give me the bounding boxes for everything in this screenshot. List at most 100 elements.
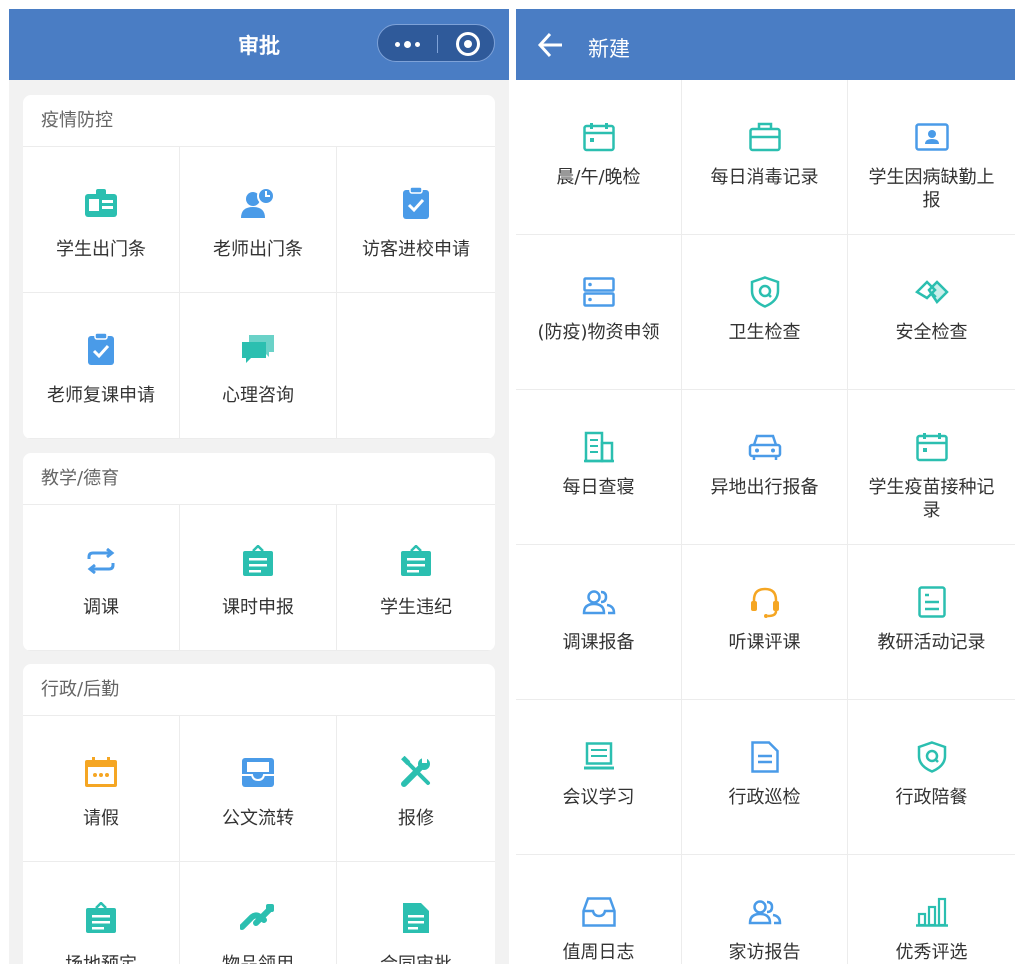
more-menu-button[interactable] [378, 25, 437, 63]
tools-icon [398, 754, 434, 790]
form-item[interactable]: 调课报备 [516, 545, 682, 700]
app-contract-approval[interactable]: 合同审批 [337, 862, 495, 964]
app-label: 老师出门条 [213, 239, 303, 260]
briefcase-icon [748, 120, 782, 154]
form-item[interactable]: 行政巡检 [682, 700, 848, 855]
handshake-icon [914, 275, 949, 309]
app-discipline[interactable]: 学生违纪 [337, 505, 495, 651]
form-item[interactable]: 值周日志 [516, 855, 682, 964]
form-item[interactable]: 听课评课 [682, 545, 848, 700]
app-student-pass[interactable]: 学生出门条 [23, 147, 180, 293]
notice-board-icon [83, 900, 119, 936]
form-label: (防疫)物资申领 [537, 322, 660, 343]
building-icon [582, 430, 616, 464]
calendar-icon [83, 754, 119, 790]
section-teaching: 教学/德育 调课 课时申报 学生违纪 [23, 453, 495, 651]
app-label: 学生出门条 [56, 239, 146, 260]
app-hours-report[interactable]: 课时申报 [180, 505, 337, 651]
form-item[interactable]: 晨/午/晚检 [516, 80, 682, 235]
app-leave[interactable]: 请假 [23, 716, 180, 862]
app-teacher-resume[interactable]: 老师复课申请 [23, 293, 180, 439]
server-icon [582, 275, 616, 309]
form-label: 学生因病缺勤上报 [868, 167, 995, 211]
swap-icon [83, 543, 119, 579]
notice-board-icon [398, 543, 434, 579]
back-arrow-icon [537, 32, 562, 58]
form-label: 每日查寝 [562, 477, 635, 498]
form-item[interactable]: 每日查寝 [516, 390, 682, 545]
monitor-icon [582, 740, 616, 774]
form-label: 调课报备 [562, 632, 635, 653]
shield-icon [915, 740, 949, 774]
form-item[interactable]: 每日消毒记录 [682, 80, 848, 235]
miniprogram-capsule [377, 24, 495, 62]
id-card-icon [83, 185, 119, 221]
app-label: 合同审批 [380, 950, 452, 964]
empty-cell [337, 293, 495, 439]
app-label: 物品领用 [222, 950, 294, 964]
form-label: 异地出行报备 [710, 477, 819, 498]
users-icon [748, 895, 782, 929]
form-grid: 晨/午/晚检 每日消毒记录 学生因病缺勤上报 (防疫)物资申领 卫生检查 安全检… [516, 80, 1015, 964]
form-label: 教研活动记录 [877, 632, 986, 653]
form-item[interactable]: 学生疫苗接种记录 [848, 390, 1015, 545]
app-label: 报修 [398, 808, 434, 829]
form-item[interactable]: 安全检查 [848, 235, 1015, 390]
shield-icon [748, 275, 782, 309]
portrait-icon [914, 120, 949, 154]
app-label: 场地预定 [65, 950, 137, 964]
app-label: 调课 [83, 597, 119, 618]
approval-panel: 审批 疫情防控 学生出门条 老师出门条 访客进校申请 老师复课申请 心理咨询 教… [9, 9, 509, 964]
form-item[interactable]: (防疫)物资申领 [516, 235, 682, 390]
form-label: 行政巡检 [728, 787, 801, 808]
app-swap-class[interactable]: 调课 [23, 505, 180, 651]
bar-chart-icon [915, 895, 949, 929]
document-icon [398, 900, 434, 936]
form-label: 每日消毒记录 [710, 167, 819, 188]
car-icon [748, 430, 782, 464]
approval-header: 审批 [9, 9, 509, 80]
form-label: 听课评课 [728, 632, 801, 653]
section-title: 疫情防控 [23, 95, 495, 147]
close-miniprogram-button[interactable] [456, 32, 480, 56]
app-label: 课时申报 [222, 597, 294, 618]
section-epidemic: 疫情防控 学生出门条 老师出门条 访客进校申请 老师复课申请 心理咨询 [23, 95, 495, 439]
form-item[interactable]: 异地出行报备 [682, 390, 848, 545]
app-label: 请假 [83, 808, 119, 829]
back-button[interactable] [536, 31, 564, 59]
form-item[interactable]: 优秀评选 [848, 855, 1015, 964]
capsule-divider [437, 35, 438, 53]
form-item[interactable]: 行政陪餐 [848, 700, 1015, 855]
form-item[interactable]: 教研活动记录 [848, 545, 1015, 700]
form-item[interactable]: 学生因病缺勤上报 [848, 80, 1015, 235]
section-admin: 行政/后勤 请假 公文流转 报修 [23, 664, 495, 964]
app-counseling[interactable]: 心理咨询 [180, 293, 337, 439]
app-document-flow[interactable]: 公文流转 [180, 716, 337, 862]
form-label: 卫生检查 [728, 322, 801, 343]
headset-icon [748, 585, 782, 619]
form-item[interactable]: 会议学习 [516, 700, 682, 855]
clipboard-check-icon [83, 331, 119, 367]
app-repair[interactable]: 报修 [337, 716, 495, 862]
section-title: 教学/德育 [23, 453, 495, 505]
clipboard-check-icon [398, 185, 434, 221]
form-label: 家访报告 [728, 942, 801, 963]
calendar-outline-icon [915, 430, 949, 464]
form-label: 值周日志 [562, 942, 635, 963]
form-label: 行政陪餐 [895, 787, 968, 808]
app-item-requisition[interactable]: 物品领用 [180, 862, 337, 964]
form-label: 会议学习 [562, 787, 635, 808]
form-label: 学生疫苗接种记录 [868, 477, 995, 521]
form-item[interactable]: 卫生检查 [682, 235, 848, 390]
app-teacher-pass[interactable]: 老师出门条 [180, 147, 337, 293]
form-item[interactable]: 家访报告 [682, 855, 848, 964]
chat-bubbles-icon [240, 331, 276, 367]
hand-icon [240, 900, 276, 936]
inbox-icon [240, 754, 276, 790]
app-visitor-request[interactable]: 访客进校申请 [337, 147, 495, 293]
app-venue-booking[interactable]: 场地预定 [23, 862, 180, 964]
form-label: 安全检查 [895, 322, 968, 343]
form-label: 优秀评选 [895, 942, 968, 963]
more-dot-icon [404, 40, 411, 48]
form-label: 晨/午/晚检 [556, 167, 641, 188]
